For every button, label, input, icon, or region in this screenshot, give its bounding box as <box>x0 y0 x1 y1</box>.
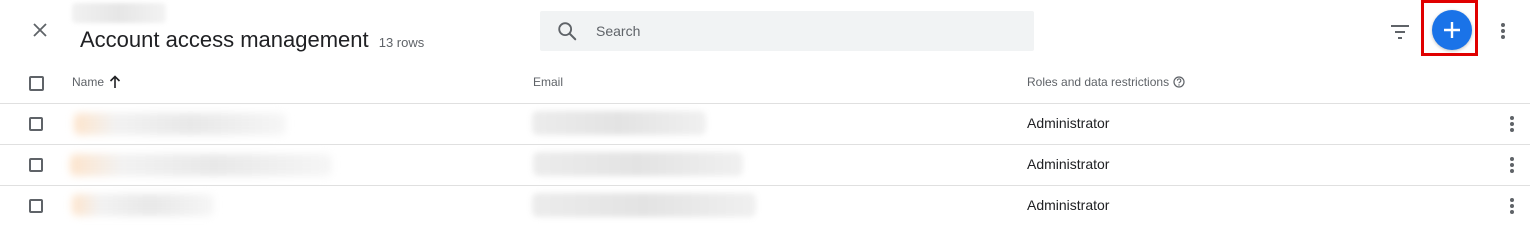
arrow-up-icon <box>109 75 121 88</box>
select-all-checkbox-wrap[interactable] <box>29 76 44 91</box>
filter-icon <box>1391 25 1409 39</box>
select-all-checkbox[interactable] <box>29 76 44 91</box>
filter-button[interactable] <box>1386 18 1414 46</box>
more-vert-icon <box>1510 198 1514 214</box>
name-redacted <box>70 154 332 176</box>
row-checkbox[interactable] <box>29 117 43 131</box>
role-cell: Administrator <box>1027 115 1110 131</box>
row-checkbox[interactable] <box>29 158 43 172</box>
table-row[interactable]: Administrator <box>0 186 1530 226</box>
row-more-button[interactable] <box>1502 113 1522 135</box>
column-header-name[interactable]: Name <box>72 75 121 89</box>
row-checkbox[interactable] <box>29 199 43 213</box>
more-vert-icon <box>1501 23 1505 39</box>
column-header-roles[interactable]: Roles and data restrictions <box>1027 75 1185 89</box>
email-redacted <box>533 152 743 176</box>
row-more-button[interactable] <box>1502 154 1522 176</box>
close-button[interactable] <box>24 14 56 46</box>
close-icon <box>33 23 47 37</box>
name-redacted <box>72 194 214 216</box>
help-circle-icon[interactable] <box>1173 76 1185 88</box>
search-bar[interactable] <box>540 11 1034 51</box>
more-options-button[interactable] <box>1493 20 1513 42</box>
more-vert-icon <box>1510 157 1514 173</box>
table-row[interactable]: Administrator <box>0 104 1530 144</box>
page-title: Account access management <box>80 27 369 52</box>
name-redacted <box>74 113 286 135</box>
email-redacted <box>532 111 706 135</box>
plus-icon <box>1444 22 1460 38</box>
row-count: 13 rows <box>378 35 425 50</box>
row-more-button[interactable] <box>1502 195 1522 217</box>
add-user-button[interactable] <box>1432 10 1472 50</box>
page-title-block: Account access management 13 rows <box>80 27 424 53</box>
column-header-roles-label: Roles and data restrictions <box>1027 75 1170 89</box>
role-cell: Administrator <box>1027 156 1110 172</box>
search-input[interactable] <box>596 11 1016 51</box>
table-row[interactable]: Administrator <box>0 145 1530 185</box>
search-icon <box>558 22 577 41</box>
breadcrumb-redacted <box>72 3 166 23</box>
column-header-email-label: Email <box>533 75 564 89</box>
more-vert-icon <box>1510 116 1514 132</box>
column-header-name-label: Name <box>72 75 105 89</box>
role-cell: Administrator <box>1027 197 1110 213</box>
email-redacted <box>532 193 756 217</box>
column-header-email[interactable]: Email <box>533 75 563 89</box>
